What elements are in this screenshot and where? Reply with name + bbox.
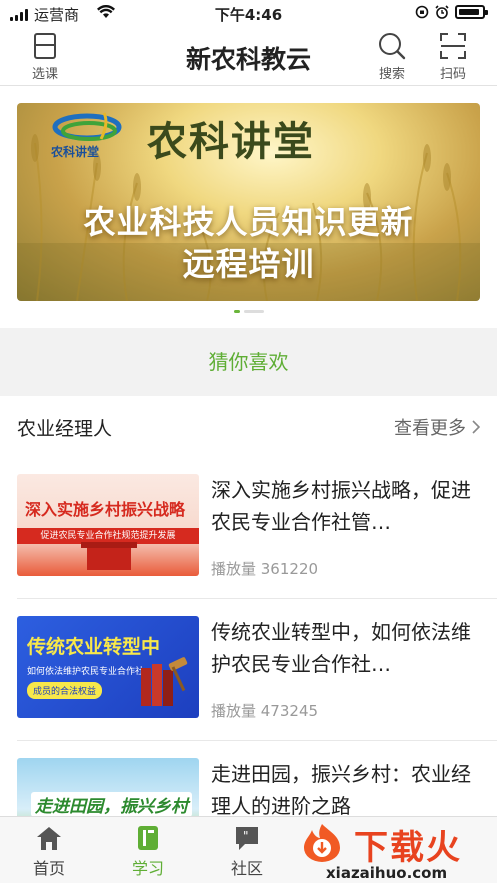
- carousel-indicator: [0, 310, 497, 313]
- law-books-graphic: [141, 657, 188, 706]
- course-thumbnail: 传统农业转型中 如何依法维护农民专业合作社 成员的合法权益: [17, 616, 199, 718]
- thumbnail-title: 深入实施乡村振兴战略: [25, 500, 186, 519]
- watermark: 下载火 xiazaihuo.com: [294, 820, 497, 883]
- scan-label: 扫码: [439, 67, 466, 82]
- carousel-dot-active: [233, 310, 240, 313]
- search-button[interactable]: 搜索: [367, 32, 417, 82]
- watermark-url: xiazaihuo.com: [326, 864, 448, 882]
- play-count: 播放量 361220: [211, 560, 319, 578]
- book-icon: [138, 826, 158, 850]
- tab-home[interactable]: 首页: [14, 825, 84, 879]
- nongke-logo: [52, 112, 122, 141]
- tab-home-label: 首页: [32, 859, 65, 878]
- course-thumbnail: 深入实施乡村振兴战略 促进农民专业合作社规范提升发展: [17, 474, 199, 576]
- banner-carousel[interactable]: 农科讲堂 农科讲堂 农业科技人员知识更新 远程培训: [17, 103, 480, 301]
- logo-text: 农科讲堂: [51, 145, 100, 159]
- scan-button[interactable]: 扫码: [428, 32, 478, 82]
- app-header: 选课 新农科教云 搜索 扫码: [0, 26, 497, 86]
- svg-text:": ": [243, 829, 249, 843]
- home-icon: [37, 827, 61, 850]
- course-section: 农业经理人 查看更多 深入实施乡村振兴战略 促进农民专业合作社规范提升发展 深入…: [0, 396, 497, 816]
- course-title: 深入实施乡村振兴战略，促进农民专业合作社管…: [211, 478, 471, 534]
- download-fire-icon: [304, 824, 340, 862]
- tab-learn[interactable]: 学习: [113, 825, 183, 879]
- guess-you-like-heading: 猜你喜欢: [0, 329, 497, 395]
- status-bar: 运营商 下午4:46: [0, 0, 497, 26]
- section-title: 农业经理人: [17, 418, 113, 440]
- chat-icon: ": [236, 827, 258, 850]
- tab-community[interactable]: " 社区: [212, 825, 282, 879]
- divider: [17, 598, 497, 599]
- course-thumbnail: 走进田园，振兴乡村: [17, 758, 199, 816]
- divider: [17, 740, 497, 741]
- chevron-right-icon: [472, 420, 480, 434]
- view-more-label: 查看更多: [394, 418, 466, 439]
- view-more-link[interactable]: 查看更多: [394, 414, 480, 440]
- banner-headline: 农科讲堂: [147, 118, 315, 165]
- course-item[interactable]: 深入实施乡村振兴战略 促进农民专业合作社规范提升发展 深入实施乡村振兴战略，促进…: [17, 474, 480, 578]
- search-label: 搜索: [378, 67, 405, 82]
- banner-section: 农科讲堂 农科讲堂 农业科技人员知识更新 远程培训: [0, 86, 497, 328]
- search-icon: [379, 33, 406, 60]
- tiananmen-graphic: [81, 542, 137, 570]
- banner-line2: 远程培训: [182, 245, 315, 283]
- page-title: 新农科教云: [185, 45, 311, 74]
- carousel-dot: [243, 310, 264, 313]
- thumbnail-title: 走进田园，振兴乡村: [31, 792, 192, 816]
- course-item[interactable]: 传统农业转型中 如何依法维护农民专业合作社 成员的合法权益 传统农业转型中，如何…: [17, 616, 480, 720]
- section-header: 农业经理人 查看更多: [17, 414, 480, 440]
- tab-community-label: 社区: [230, 859, 263, 878]
- battery-icon: [455, 5, 488, 19]
- scan-icon: [440, 33, 466, 59]
- watermark-brand: 下载火: [354, 828, 462, 868]
- course-title: 传统农业转型中，如何依法维护农民专业合作社…: [211, 620, 471, 676]
- thumbnail-title: 传统农业转型中: [27, 636, 161, 658]
- alarm-icon: [435, 5, 449, 19]
- thumbnail-tag: 成员的合法权益: [27, 682, 103, 699]
- orientation-lock-icon: [415, 5, 429, 19]
- course-title: 走进田园，振兴乡村：农业经理人的进阶之路: [211, 762, 471, 816]
- play-count: 播放量 473245: [211, 702, 319, 720]
- thumbnail-subtitle: 如何依法维护农民专业合作社: [27, 667, 145, 677]
- banner-line1: 农业科技人员知识更新: [83, 203, 414, 241]
- course-item[interactable]: 走进田园，振兴乡村 走进田园，振兴乡村：农业经理人的进阶之路: [17, 758, 480, 816]
- tab-learn-label: 学习: [131, 859, 164, 878]
